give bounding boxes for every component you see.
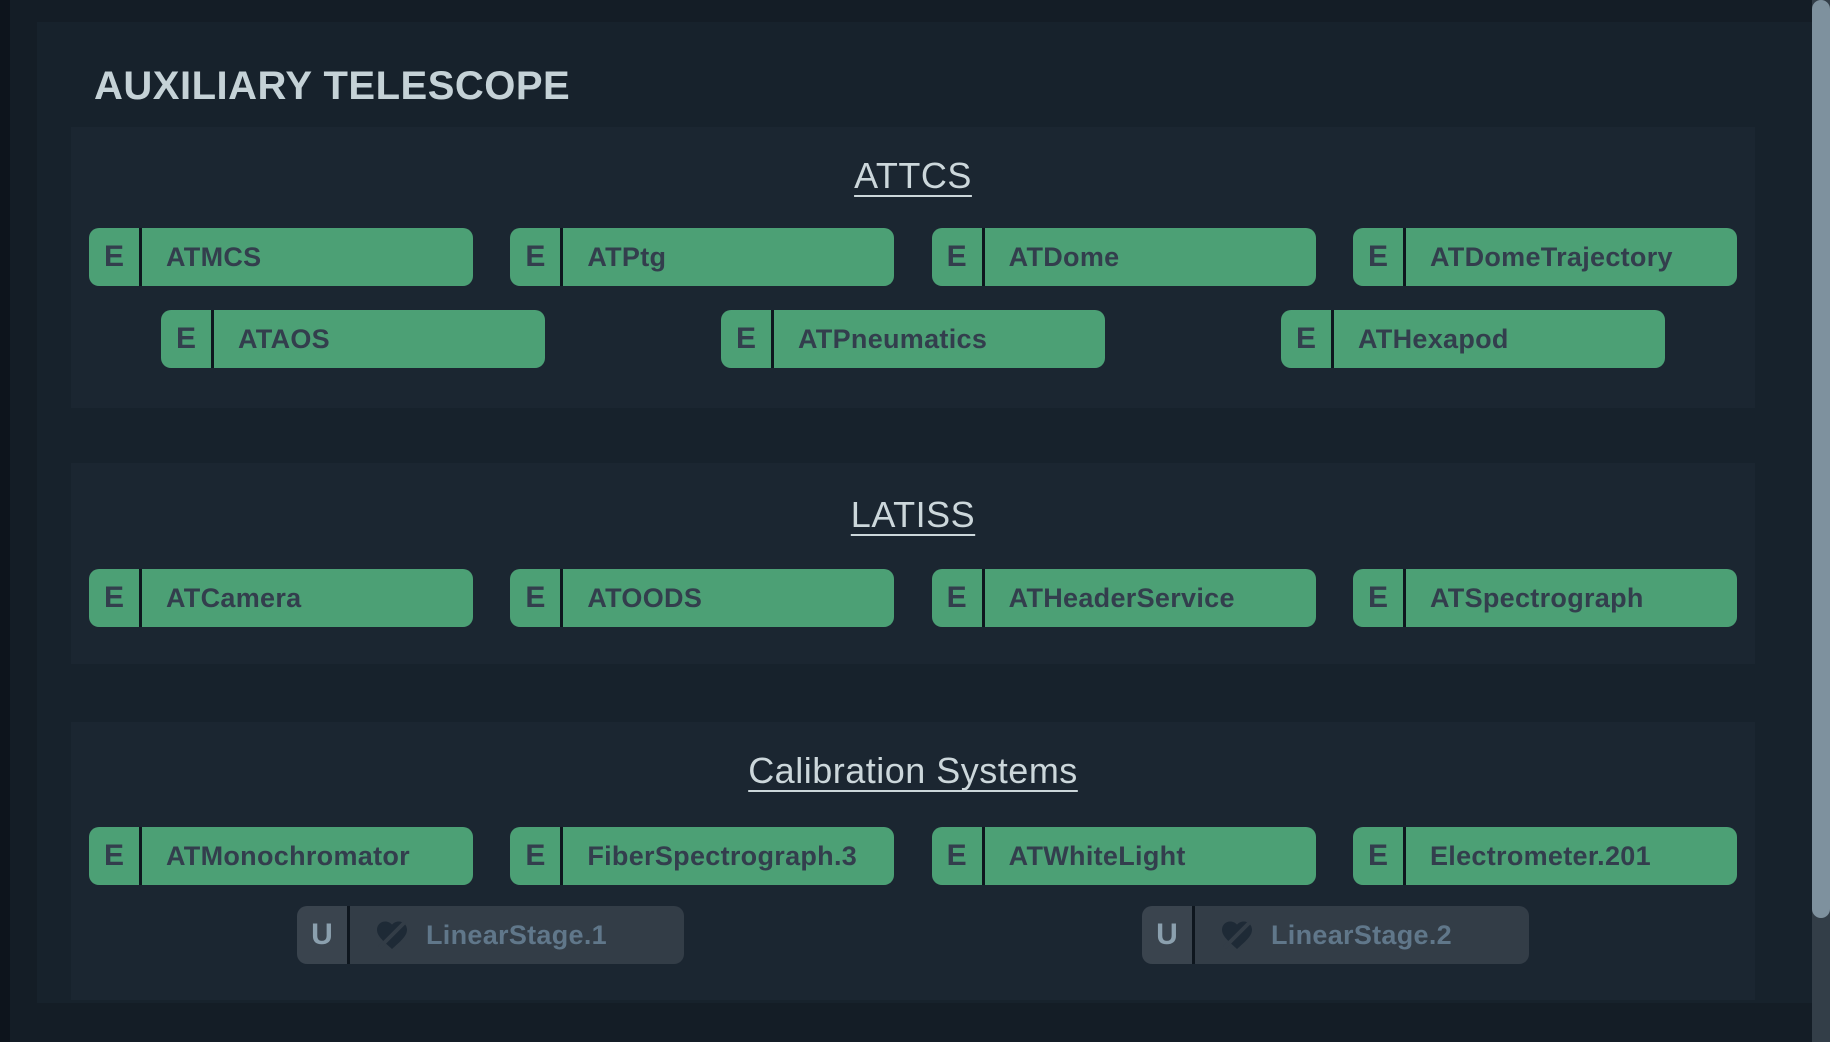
csc-name: FiberSpectrograph.3 <box>563 827 894 885</box>
csc-name: ATMCS <box>142 228 473 286</box>
state-badge: U <box>297 906 347 964</box>
panel-latiss: LATISS E ATCamera E ATOODS E ATHeaderSer… <box>71 463 1755 664</box>
csc-name: ATCamera <box>142 569 473 627</box>
panel-calibration-heading: Calibration Systems <box>71 750 1755 792</box>
csc-name-with-icon: LinearStage.1 <box>350 906 684 964</box>
csc-name: ATAOS <box>214 310 545 368</box>
state-badge: E <box>1353 569 1403 627</box>
csc-button-atmcs[interactable]: E ATMCS <box>89 228 473 286</box>
state-badge: E <box>161 310 211 368</box>
csc-name: ATDome <box>985 228 1316 286</box>
state-badge: E <box>1353 228 1403 286</box>
page-title: AUXILIARY TELESCOPE <box>94 62 570 110</box>
attcs-row-1: E ATMCS E ATPtg E ATDome E ATDom <box>71 228 1755 286</box>
state-badge: E <box>932 569 982 627</box>
csc-button-atheaderservice[interactable]: E ATHeaderService <box>932 569 1316 627</box>
state-badge: U <box>1142 906 1192 964</box>
csc-button-atspectrograph[interactable]: E ATSpectrograph <box>1353 569 1737 627</box>
csc-button-fiberspectrograph-3[interactable]: E FiberSpectrograph.3 <box>510 827 894 885</box>
csc-button-athexapod[interactable]: E ATHexapod <box>1281 310 1665 368</box>
csc-button-atmonochromator[interactable]: E ATMonochromator <box>89 827 473 885</box>
csc-name: ATHeaderService <box>985 569 1316 627</box>
state-badge: E <box>1281 310 1331 368</box>
heart-slash-icon <box>1219 917 1255 953</box>
csc-name: ATMonochromator <box>142 827 473 885</box>
csc-name-with-icon: LinearStage.2 <box>1195 906 1529 964</box>
state-badge: E <box>510 827 560 885</box>
state-badge: E <box>721 310 771 368</box>
state-badge: E <box>89 228 139 286</box>
csc-button-linearstage-2[interactable]: U LinearStage.2 <box>1142 906 1529 964</box>
csc-name: ATWhiteLight <box>985 827 1316 885</box>
heart-slash-icon <box>374 917 410 953</box>
calibration-row-1: E ATMonochromator E FiberSpectrograph.3 … <box>71 827 1755 885</box>
csc-name: ATPtg <box>563 228 894 286</box>
scrollbar-thumb[interactable] <box>1812 0 1830 918</box>
panel-calibration-title-link[interactable]: Calibration Systems <box>748 750 1078 791</box>
csc-name: ATSpectrograph <box>1406 569 1737 627</box>
csc-name: ATOODS <box>563 569 894 627</box>
attcs-row-2: E ATAOS E ATPneumatics E ATHexapod <box>71 310 1755 368</box>
calibration-row-2: U LinearStage.1 U LinearStage.2 <box>71 906 1755 964</box>
state-badge: E <box>89 827 139 885</box>
state-badge: E <box>510 228 560 286</box>
csc-button-atdometrajectory[interactable]: E ATDomeTrajectory <box>1353 228 1737 286</box>
state-badge: E <box>932 827 982 885</box>
csc-button-atptg[interactable]: E ATPtg <box>510 228 894 286</box>
csc-button-atoods[interactable]: E ATOODS <box>510 569 894 627</box>
csc-button-linearstage-1[interactable]: U LinearStage.1 <box>297 906 684 964</box>
csc-name: ATHexapod <box>1334 310 1665 368</box>
main-view: AUXILIARY TELESCOPE ATTCS E ATMCS E ATPt… <box>10 0 1812 1042</box>
state-badge: E <box>932 228 982 286</box>
csc-name: Electrometer.201 <box>1406 827 1737 885</box>
csc-button-electrometer-201[interactable]: E Electrometer.201 <box>1353 827 1737 885</box>
csc-name: ATPneumatics <box>774 310 1105 368</box>
latiss-row-1: E ATCamera E ATOODS E ATHeaderService E <box>71 569 1755 627</box>
csc-button-atwhitelight[interactable]: E ATWhiteLight <box>932 827 1316 885</box>
csc-name: LinearStage.1 <box>426 920 607 951</box>
panel-latiss-title-link[interactable]: LATISS <box>851 494 975 535</box>
csc-button-ataos[interactable]: E ATAOS <box>161 310 545 368</box>
summary-card: AUXILIARY TELESCOPE ATTCS E ATMCS E ATPt… <box>37 22 1812 1003</box>
csc-name: LinearStage.2 <box>1271 920 1452 951</box>
csc-name: ATDomeTrajectory <box>1406 228 1737 286</box>
state-badge: E <box>510 569 560 627</box>
csc-button-atpneumatics[interactable]: E ATPneumatics <box>721 310 1105 368</box>
panel-calibration-systems: Calibration Systems E ATMonochromator E … <box>71 722 1755 1000</box>
panel-attcs: ATTCS E ATMCS E ATPtg E ATDome <box>71 127 1755 408</box>
panel-latiss-heading: LATISS <box>71 494 1755 536</box>
vertical-scrollbar[interactable] <box>1812 0 1830 1042</box>
state-badge: E <box>89 569 139 627</box>
csc-button-atcamera[interactable]: E ATCamera <box>89 569 473 627</box>
csc-button-atdome[interactable]: E ATDome <box>932 228 1316 286</box>
state-badge: E <box>1353 827 1403 885</box>
panel-attcs-title-link[interactable]: ATTCS <box>854 155 972 196</box>
panel-attcs-heading: ATTCS <box>71 155 1755 197</box>
